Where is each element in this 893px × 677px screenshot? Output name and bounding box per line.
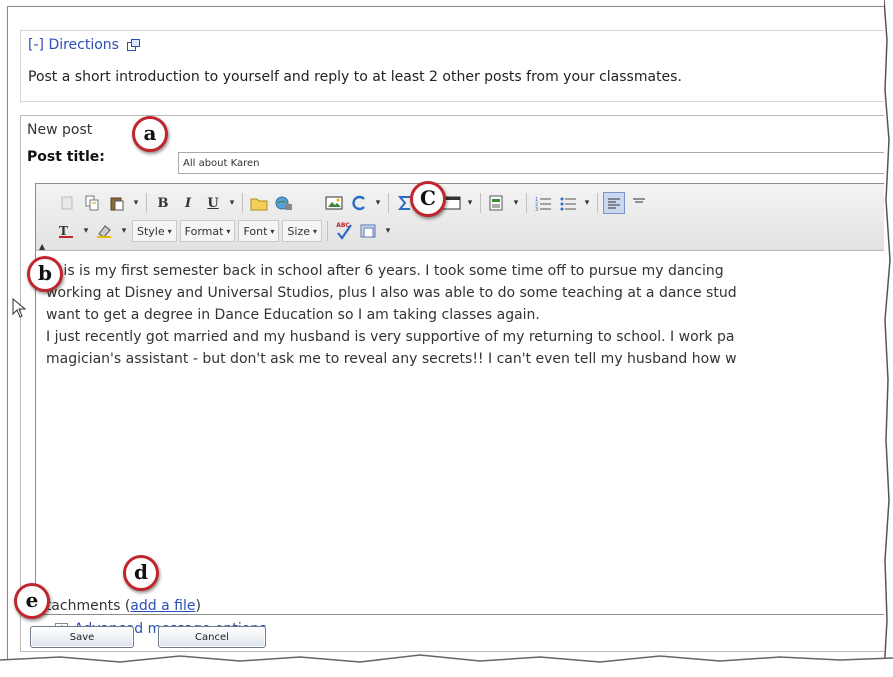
callout-c-marker: C <box>410 181 446 217</box>
callout-a-letter: a <box>143 120 157 145</box>
chevron-down-icon: ▾ <box>167 226 172 236</box>
editor-line: magician's assistant - but don't ask me … <box>46 351 737 367</box>
toolbar-separator <box>480 193 481 213</box>
editor-paragraph: This is my first semester back in school… <box>46 260 737 326</box>
italic-button[interactable]: I <box>177 192 199 214</box>
save-button[interactable]: Save <box>30 626 134 648</box>
editor-content-area[interactable]: This is my first semester back in school… <box>36 252 892 614</box>
highlight-icon[interactable] <box>94 220 116 242</box>
callout-e-letter: e <box>25 587 39 612</box>
underline-dropdown-icon[interactable]: ▾ <box>227 192 237 214</box>
rich-text-editor: ▾ B I U ▾ ▾ ▾ ▾ 1 2 3 ▾ T ▾ ▾ Style ▾ Fo… <box>35 183 893 615</box>
callout-d-marker: d <box>123 555 159 591</box>
callout-b-letter: b <box>38 260 52 285</box>
chevron-down-icon: ▾ <box>313 226 318 236</box>
cancel-button[interactable]: Cancel <box>158 626 266 648</box>
toolbar-separator <box>327 221 329 241</box>
text-color-icon[interactable]: T <box>56 220 78 242</box>
bullet-list-icon[interactable] <box>557 192 579 214</box>
editor-line: This is my first semester back in school… <box>46 263 724 279</box>
toolbar-separator <box>242 193 243 213</box>
post-title-input[interactable] <box>178 152 890 174</box>
bold-button[interactable]: B <box>152 192 174 214</box>
cut-icon[interactable] <box>56 192 78 214</box>
attachments-close-paren: ) <box>195 598 201 614</box>
callout-d-letter: d <box>134 559 148 584</box>
copy-icon[interactable] <box>81 192 103 214</box>
format-menu[interactable]: Format ▾ <box>179 220 236 242</box>
size-menu[interactable]: Size ▾ <box>282 220 323 242</box>
toolbar-separator <box>526 193 527 213</box>
highlight-dropdown-icon[interactable]: ▾ <box>119 220 129 242</box>
chevron-down-icon: ▾ <box>226 226 231 236</box>
align-left-icon[interactable] <box>603 192 625 214</box>
editor-toolbar: ▾ B I U ▾ ▾ ▾ ▾ 1 2 3 ▾ T ▾ ▾ Style ▾ Fo… <box>36 184 892 251</box>
template-icon[interactable] <box>486 192 508 214</box>
globe-link-icon[interactable] <box>273 192 295 214</box>
new-post-heading: New post <box>27 122 93 138</box>
attachments-row: Attachments (add a file) <box>31 598 201 614</box>
directions-title: Directions <box>48 37 119 53</box>
spellcheck-icon[interactable]: ABC <box>333 220 355 242</box>
paste-dropdown-icon[interactable]: ▾ <box>131 192 141 214</box>
template-dropdown-icon[interactable]: ▾ <box>511 192 521 214</box>
toolbar-separator <box>146 193 147 213</box>
directions-text: Post a short introduction to yourself an… <box>28 69 682 85</box>
mouse-cursor-icon <box>12 297 27 322</box>
callout-c-letter: C <box>420 185 436 210</box>
numbered-list-icon[interactable]: 123 <box>532 192 554 214</box>
spellcheck-label: ABC <box>336 221 350 229</box>
callout-e-marker: e <box>14 583 50 619</box>
format-menu-label: Format <box>184 224 224 238</box>
font-menu[interactable]: Font ▾ <box>238 220 280 242</box>
torn-right-edge <box>883 0 893 674</box>
svg-text:T: T <box>59 224 68 238</box>
callout-a-marker: a <box>132 116 168 152</box>
toolbar-separator <box>388 193 389 213</box>
callout-c-spacer <box>298 192 320 214</box>
paste-word-icon[interactable] <box>358 220 380 242</box>
text-color-dropdown-icon[interactable]: ▾ <box>81 220 91 242</box>
style-menu[interactable]: Style ▾ <box>132 220 177 242</box>
directions-toggle[interactable]: [-] <box>28 37 44 53</box>
editor-line: working at Disney and Universal Studios,… <box>46 285 737 301</box>
style-menu-label: Style <box>137 224 165 238</box>
window-dropdown-icon[interactable]: ▾ <box>465 192 475 214</box>
svg-text:3: 3 <box>535 207 538 211</box>
underline-button[interactable]: U <box>202 192 224 214</box>
callout-b-marker: b <box>27 256 63 292</box>
toolbar-row-2: T ▾ ▾ Style▾ Format▾ Font▾ Size▾ ABC <box>56 218 393 244</box>
align-center-icon[interactable] <box>628 192 650 214</box>
size-menu-label: Size <box>287 224 310 238</box>
cycle-dropdown-icon[interactable]: ▾ <box>373 192 383 214</box>
folder-icon[interactable] <box>248 192 270 214</box>
directions-panel: [-] Directions Post a short introduction… <box>20 30 892 102</box>
collapse-toolbar-icon[interactable]: ▲ <box>39 242 45 251</box>
editor-line: want to get a degree in Dance Education … <box>46 307 540 323</box>
add-file-link[interactable]: add a file <box>130 598 195 614</box>
paste-icon[interactable] <box>106 192 128 214</box>
cycle-icon[interactable] <box>348 192 370 214</box>
list-dropdown-icon[interactable]: ▾ <box>582 192 592 214</box>
popout-icon[interactable] <box>127 39 141 55</box>
editor-line: I just recently got married and my husba… <box>46 329 735 345</box>
image-icon[interactable] <box>323 192 345 214</box>
directions-header[interactable]: [-] Directions <box>28 37 141 55</box>
torn-bottom-edge <box>0 654 893 673</box>
post-title-label: Post title: <box>27 149 105 165</box>
font-menu-label: Font <box>243 224 268 238</box>
toolbar-separator <box>597 193 598 213</box>
chevron-down-icon: ▾ <box>270 226 275 236</box>
paste-word-dropdown-icon[interactable]: ▾ <box>383 220 393 242</box>
toolbar-row-1: ▾ B I U ▾ ▾ ▾ ▾ 1 2 3 ▾ <box>56 190 650 216</box>
editor-paragraph: I just recently got married and my husba… <box>46 326 737 370</box>
